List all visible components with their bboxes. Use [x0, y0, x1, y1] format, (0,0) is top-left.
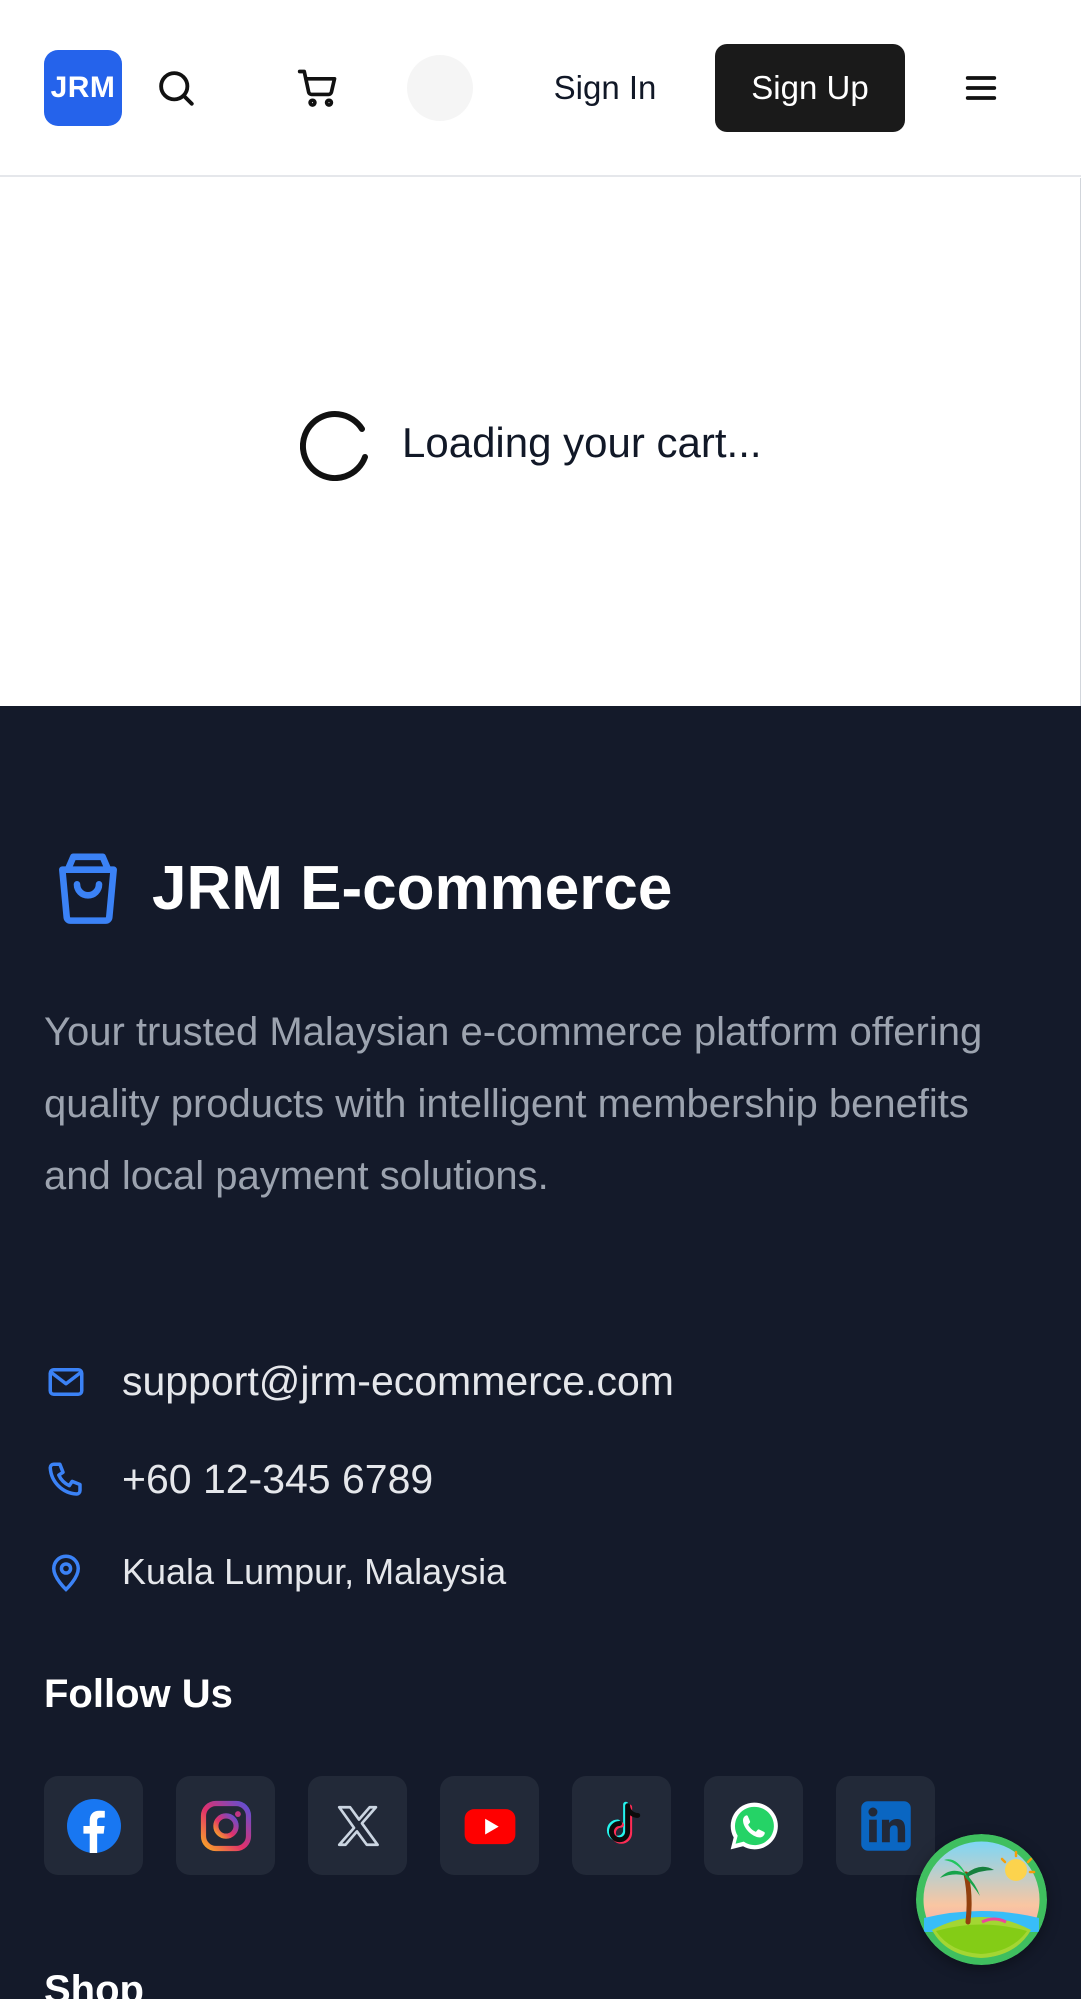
- shop-heading: Shop: [44, 1968, 144, 1999]
- instagram-link[interactable]: [176, 1776, 275, 1875]
- follow-us-heading: Follow Us: [44, 1672, 233, 1716]
- site-footer: JRM E-commerce Your trusted Malaysian e-…: [0, 706, 1081, 1999]
- island-icon: [916, 1834, 1047, 1965]
- tiktok-link[interactable]: [572, 1776, 671, 1875]
- linkedin-icon: [860, 1800, 911, 1851]
- instagram-icon: [200, 1800, 251, 1851]
- contact-phone-text[interactable]: +60 12-345 6789: [122, 1456, 433, 1503]
- footer-brand-name: JRM E-commerce: [152, 853, 673, 923]
- mail-icon: [44, 1360, 88, 1404]
- facebook-icon: [66, 1798, 121, 1853]
- phone-icon: [44, 1458, 88, 1502]
- search-button[interactable]: [150, 62, 202, 114]
- loading-indicator: Loading your cart...: [300, 405, 762, 481]
- search-icon: [159, 71, 194, 106]
- footer-brand: JRM E-commerce: [44, 844, 672, 932]
- x-link[interactable]: [308, 1776, 407, 1875]
- cart-icon: [297, 69, 337, 107]
- whatsapp-link[interactable]: [704, 1776, 803, 1875]
- shopping-bag-icon: [59, 853, 117, 924]
- youtube-link[interactable]: [440, 1776, 539, 1875]
- cart-loading-section: Loading your cart...: [0, 178, 1081, 706]
- youtube-icon: [464, 1808, 515, 1844]
- floating-island-button[interactable]: [916, 1834, 1047, 1965]
- facebook-link[interactable]: [44, 1776, 143, 1875]
- contact-phone[interactable]: +60 12-345 6789: [44, 1456, 433, 1503]
- contact-location-text: Kuala Lumpur, Malaysia: [122, 1551, 507, 1592]
- site-header: JRM Sign In Sign Up: [0, 0, 1081, 177]
- sign-up-button[interactable]: Sign Up: [715, 44, 905, 132]
- x-icon: [337, 1805, 379, 1846]
- contact-email-text[interactable]: support@jrm-ecommerce.com: [122, 1358, 674, 1405]
- spinner-icon: [300, 411, 368, 481]
- loading-text: Loading your cart...: [402, 419, 762, 466]
- menu-icon: [965, 76, 997, 100]
- contact-email[interactable]: support@jrm-ecommerce.com: [44, 1358, 674, 1405]
- menu-button[interactable]: [955, 62, 1007, 114]
- cart-button[interactable]: [292, 62, 344, 114]
- avatar-placeholder: [407, 55, 473, 121]
- contact-location: Kuala Lumpur, Malaysia: [44, 1550, 506, 1594]
- footer-tagline: Your trusted Malaysian e-commerce platfo…: [44, 1010, 983, 1198]
- tiktok-icon: [606, 1801, 640, 1844]
- social-links: [44, 1776, 968, 1875]
- logo[interactable]: JRM: [44, 50, 122, 126]
- whatsapp-icon: [730, 1802, 778, 1849]
- linkedin-link[interactable]: [836, 1776, 935, 1875]
- map-pin-icon: [44, 1550, 88, 1594]
- sign-in-button[interactable]: Sign In: [532, 58, 678, 118]
